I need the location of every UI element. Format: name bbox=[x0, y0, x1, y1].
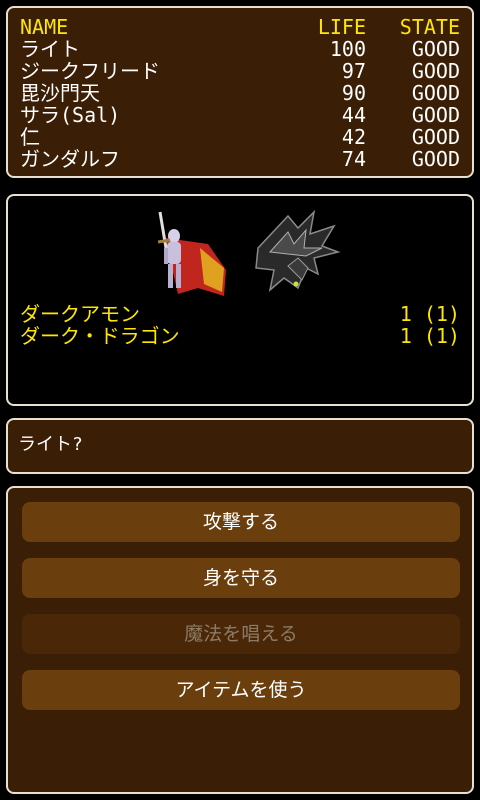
party-member-row[interactable]: ジークフリード 97 GOOD bbox=[20, 60, 460, 82]
command-menu: 攻撃する 身を守る 魔法を唱える アイテムを使う bbox=[6, 486, 474, 794]
member-name: 毘沙門天 bbox=[20, 81, 100, 105]
enemy-count: 1 (1) bbox=[399, 324, 460, 348]
member-life: 44 bbox=[341, 103, 366, 127]
life-header: LIFE bbox=[317, 15, 366, 39]
member-name: ライト bbox=[20, 37, 80, 61]
member-name: サラ(Sal) bbox=[20, 103, 121, 127]
enemy-sprites bbox=[157, 209, 341, 296]
battle-panel: ダークアモン 1 (1) ダーク・ドラゴン 1 (1) bbox=[6, 194, 474, 406]
attack-button[interactable]: 攻撃する bbox=[22, 502, 460, 542]
name-header: NAME bbox=[20, 15, 69, 39]
party-member-row[interactable]: 仁 42 GOOD bbox=[20, 126, 460, 148]
member-life: 90 bbox=[341, 81, 366, 105]
party-header-row: NAME LIFE STATE bbox=[20, 16, 460, 38]
message-panel: ライト? bbox=[6, 418, 474, 474]
party-member-row[interactable]: 毘沙門天 90 GOOD bbox=[20, 82, 460, 104]
member-life: 97 bbox=[341, 59, 366, 83]
member-life: 74 bbox=[341, 147, 366, 171]
member-state: GOOD bbox=[411, 103, 460, 127]
member-life: 42 bbox=[341, 125, 366, 149]
member-name: ガンダルフ bbox=[20, 147, 120, 171]
defend-button[interactable]: 身を守る bbox=[22, 558, 460, 598]
enemy-name: ダーク・ドラゴン bbox=[20, 324, 180, 348]
enemy-row[interactable]: ダークアモン 1 (1) bbox=[20, 302, 460, 326]
member-state: GOOD bbox=[411, 125, 460, 149]
member-name: 仁 bbox=[20, 125, 40, 149]
member-state: GOOD bbox=[411, 147, 460, 171]
enemy-count: 1 (1) bbox=[399, 302, 460, 326]
member-name: ジークフリード bbox=[20, 59, 160, 83]
party-member-row[interactable]: サラ(Sal) 44 GOOD bbox=[20, 104, 460, 126]
member-state: GOOD bbox=[411, 59, 460, 83]
dark-amon-sprite[interactable] bbox=[157, 211, 226, 296]
party-member-row[interactable]: ガンダルフ 74 GOOD bbox=[20, 148, 460, 170]
member-state: GOOD bbox=[411, 81, 460, 105]
prompt-text: ライト? bbox=[18, 434, 83, 455]
member-life: 100 bbox=[329, 37, 366, 61]
state-header: STATE bbox=[399, 15, 460, 39]
cast-magic-button[interactable]: 魔法を唱える bbox=[22, 614, 460, 654]
use-item-button[interactable]: アイテムを使う bbox=[22, 670, 460, 710]
party-member-row[interactable]: ライト 100 GOOD bbox=[20, 38, 460, 60]
member-state: GOOD bbox=[411, 37, 460, 61]
party-status-panel: NAME LIFE STATE ライト 100 GOOD ジークフリード 97 … bbox=[6, 6, 474, 178]
enemy-name: ダークアモン bbox=[20, 302, 140, 326]
dark-dragon-sprite[interactable] bbox=[255, 209, 341, 292]
enemy-row[interactable]: ダーク・ドラゴン 1 (1) bbox=[20, 324, 460, 348]
